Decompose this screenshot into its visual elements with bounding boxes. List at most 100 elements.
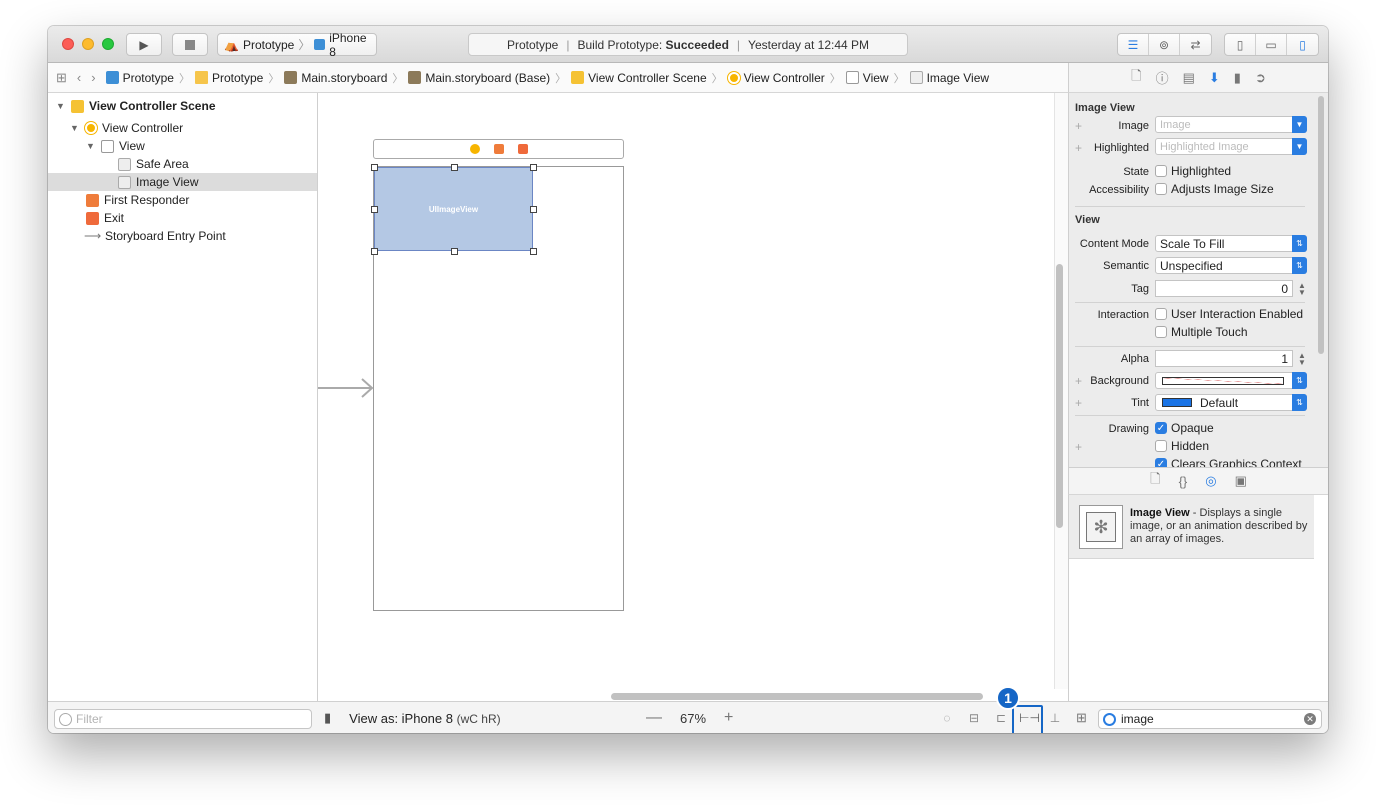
outline-item-view[interactable]: ▼ View: [48, 137, 317, 155]
resize-handle[interactable]: [371, 164, 378, 171]
clears-graphics-context-checkbox[interactable]: ✓: [1155, 458, 1167, 467]
assistant-editor-icon[interactable]: ⊚: [1149, 34, 1180, 55]
breadcrumb-label: Main.storyboard (Base): [425, 70, 551, 85]
image-view-element[interactable]: UIImageView: [374, 167, 533, 251]
size-inspector-icon[interactable]: ▮: [1234, 70, 1241, 86]
attributes-inspector-icon[interactable]: ⬇: [1209, 70, 1220, 86]
stop-button[interactable]: [172, 33, 208, 56]
multiple-touch-checkbox[interactable]: [1155, 326, 1167, 338]
resize-handle[interactable]: [451, 164, 458, 171]
resolve-autolayout-icon[interactable]: ⊥: [1046, 711, 1064, 725]
breadcrumb-storyboard-base[interactable]: Main.storyboard (Base): [408, 71, 550, 85]
horizontal-scrollbar[interactable]: [611, 693, 983, 700]
standard-editor-icon[interactable]: ☰: [1118, 34, 1149, 55]
editor-mode-control: ☰ ⊚ ⇄: [1117, 33, 1212, 56]
safe-area-icon: [118, 157, 131, 171]
alpha-field[interactable]: 1: [1155, 350, 1293, 367]
outline-item-view-controller[interactable]: ▼ View Controller: [48, 119, 317, 137]
inspector-scrollbar[interactable]: [1318, 96, 1324, 354]
outline-item-safe-area[interactable]: Safe Area: [48, 155, 317, 173]
back-arrow-icon[interactable]: ‹: [77, 70, 81, 85]
user-interaction-checkbox[interactable]: [1155, 308, 1167, 320]
outline-item-exit[interactable]: Exit: [48, 209, 317, 227]
hidden-checkbox[interactable]: [1155, 440, 1167, 452]
breadcrumb-view-controller[interactable]: View Controller: [727, 71, 825, 85]
breadcrumb-project[interactable]: Prototype: [105, 71, 174, 85]
outline-item-first-responder[interactable]: First Responder: [48, 191, 317, 209]
connections-inspector-icon[interactable]: ➲: [1255, 70, 1266, 86]
alpha-stepper[interactable]: ▲ ▼: [1297, 350, 1307, 367]
disclosure-triangle-icon[interactable]: ▼: [56, 101, 66, 111]
outline-item-scene[interactable]: ▼ View Controller Scene: [48, 97, 317, 115]
tag-field[interactable]: 0: [1155, 280, 1293, 297]
vertical-scrollbar[interactable]: [1056, 264, 1063, 528]
disclosure-triangle-icon[interactable]: ▼: [70, 123, 80, 133]
chevron-down-icon[interactable]: ▼: [1292, 116, 1307, 133]
content-mode-popup[interactable]: Scale To Fill ⇅: [1155, 235, 1307, 252]
highlighted-checkbox[interactable]: [1155, 165, 1167, 177]
storyboard-entry-arrow-icon[interactable]: [318, 378, 376, 398]
quick-help-icon[interactable]: ⓘ: [1156, 68, 1169, 87]
resize-handle[interactable]: [530, 248, 537, 255]
chevron-updown-icon[interactable]: ⇅: [1292, 394, 1307, 411]
resize-handle[interactable]: [371, 206, 378, 213]
chevron-updown-icon[interactable]: ⇅: [1292, 235, 1307, 252]
scheme-selector[interactable]: ⛺ Prototype 〉 iPhone 8: [217, 31, 377, 59]
resize-handle[interactable]: [530, 164, 537, 171]
file-template-library-icon[interactable]: 🗋: [1150, 470, 1160, 492]
outline-filter-field[interactable]: Filter: [54, 709, 312, 729]
breadcrumb-image-view[interactable]: Image View: [909, 71, 989, 85]
object-library-icon[interactable]: ◎: [1205, 473, 1216, 489]
tag-stepper[interactable]: ▲ ▼: [1297, 280, 1307, 297]
library-grid-view-icon[interactable]: ⊞: [1076, 710, 1087, 726]
identity-inspector-icon[interactable]: ▤: [1183, 70, 1195, 86]
first-responder-icon[interactable]: [493, 144, 504, 154]
forward-arrow-icon[interactable]: ›: [91, 70, 95, 85]
chevron-updown-icon[interactable]: ⇅: [1292, 257, 1307, 274]
update-frames-icon[interactable]: ◌: [938, 711, 956, 725]
outline-item-label: Safe Area: [136, 157, 189, 171]
library-search-field[interactable]: image ✕: [1098, 709, 1322, 729]
file-inspector-icon[interactable]: 🗋: [1131, 67, 1141, 89]
outline-item-image-view[interactable]: Image View: [48, 173, 317, 191]
embed-in-stack-icon[interactable]: ⊟: [965, 711, 983, 725]
adjusts-image-size-checkbox[interactable]: [1155, 183, 1167, 195]
code-snippet-library-icon[interactable]: {}: [1179, 474, 1188, 489]
breadcrumb-scene[interactable]: View Controller Scene: [571, 71, 707, 85]
opaque-checkbox[interactable]: ✓: [1155, 422, 1167, 434]
clear-search-icon[interactable]: ✕: [1304, 713, 1316, 725]
navigator-toggle-icon[interactable]: ▯: [1225, 34, 1256, 55]
breadcrumb-group[interactable]: Prototype: [194, 71, 263, 85]
image-combobox[interactable]: Image ▼: [1155, 116, 1307, 133]
align-icon[interactable]: ⊏: [992, 711, 1010, 725]
highlighted-image-combobox[interactable]: Highlighted Image ▼: [1155, 138, 1307, 155]
chevron-updown-icon[interactable]: ⇅: [1292, 372, 1307, 389]
resize-handle[interactable]: [530, 206, 537, 213]
media-library-icon[interactable]: ▣: [1235, 473, 1247, 489]
semantic-popup[interactable]: Unspecified ⇅: [1155, 257, 1307, 274]
debug-area-toggle-icon[interactable]: ▭: [1256, 34, 1287, 55]
related-items-icon[interactable]: ⊞: [56, 70, 67, 86]
resize-handle[interactable]: [451, 248, 458, 255]
status-time: Yesterday at 12:44 PM: [748, 37, 870, 52]
disclosure-triangle-icon[interactable]: ▼: [86, 141, 96, 151]
outline-item-entry-point[interactable]: ⟶ Storyboard Entry Point: [48, 227, 317, 245]
minimize-window-button[interactable]: [82, 38, 94, 50]
close-window-button[interactable]: [62, 38, 74, 50]
library-item-image-view[interactable]: ✻ Image View - Displays a single image, …: [1069, 495, 1314, 559]
breadcrumb-storyboard[interactable]: Main.storyboard: [284, 71, 387, 85]
add-variation-icon[interactable]: +: [1075, 440, 1082, 454]
version-editor-icon[interactable]: ⇄: [1180, 34, 1211, 55]
exit-icon[interactable]: [517, 144, 528, 154]
resize-handle[interactable]: [371, 248, 378, 255]
view-as-device[interactable]: View as: iPhone 8 (wC hR): [349, 711, 500, 726]
zoom-out-button[interactable]: —: [646, 709, 662, 727]
zoom-window-button[interactable]: [102, 38, 114, 50]
zoom-in-button[interactable]: +: [724, 709, 733, 727]
utilities-toggle-icon[interactable]: ▯: [1287, 34, 1318, 55]
view-controller-icon[interactable]: [469, 144, 480, 154]
toggle-outline-icon[interactable]: ▮: [324, 710, 331, 726]
chevron-down-icon[interactable]: ▼: [1292, 138, 1307, 155]
run-button[interactable]: ▶: [126, 33, 162, 56]
breadcrumb-view[interactable]: View: [845, 71, 889, 85]
